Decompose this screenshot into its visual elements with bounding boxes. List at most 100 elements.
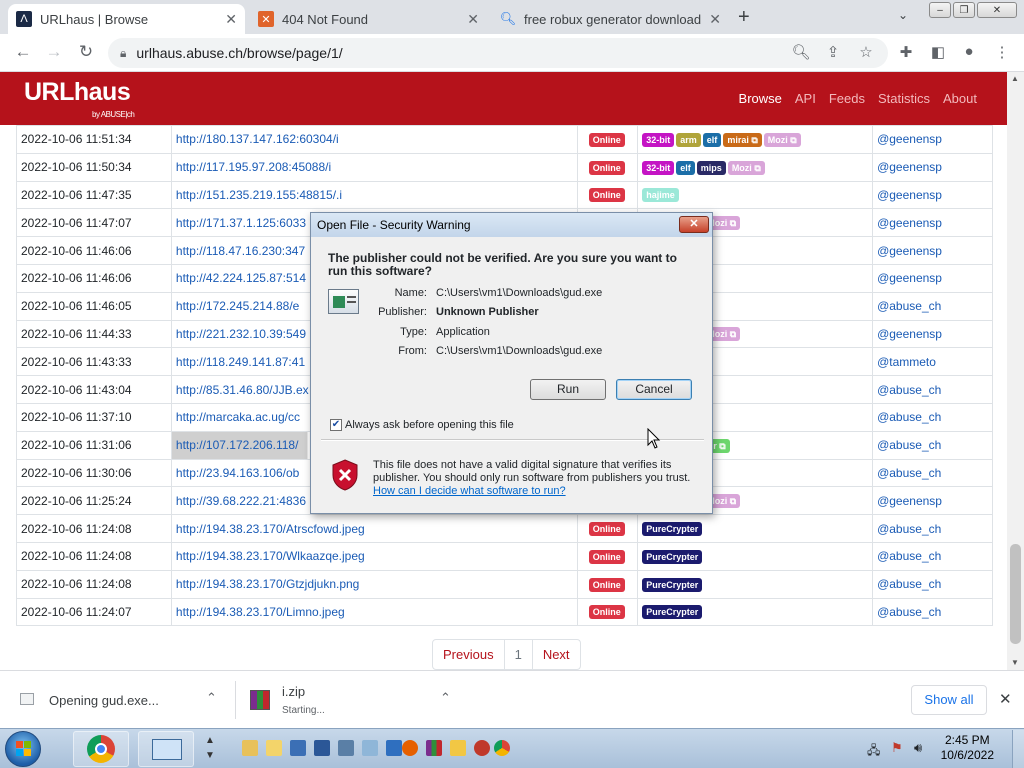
notepad-icon[interactable] [266,740,282,756]
maximize-button[interactable]: ❐ [953,2,975,18]
chrome-quicklaunch-icon[interactable] [494,740,510,756]
download-item-gud-exe[interactable]: Opening gud.exe... ⌃ [0,671,232,729]
recycle-bin-icon[interactable] [362,740,378,756]
tag-badge[interactable]: mips [696,160,726,175]
taskbar-chrome-button[interactable] [73,731,129,767]
tag-badge[interactable]: hajime [642,188,679,203]
row-url[interactable]: http://194.38.23.170/Atrscfowd.jpeg [170,514,579,543]
action-center-icon[interactable]: ⚑ [891,740,903,756]
ie-icon[interactable] [386,740,402,756]
tab-urlhaus[interactable]: Λ URLhaus | Browse ✕ [8,4,245,34]
share-icon[interactable]: ⇪ [823,43,843,61]
extensions-puzzle-icon[interactable]: ✚ [896,43,916,61]
row-reporter[interactable]: @geenensp [872,125,993,154]
window-close-button[interactable]: ✕ [977,2,1017,18]
taskbar-explorer-button[interactable] [138,731,194,767]
row-reporter[interactable]: @abuse_ch [872,291,993,321]
computer-icon[interactable] [338,740,354,756]
row-reporter[interactable]: @geenensp [872,263,993,293]
nav-statistics[interactable]: Statistics [878,91,930,106]
row-reporter[interactable]: @geenensp [872,152,993,182]
close-tab-icon[interactable]: ✕ [467,11,479,28]
nav-feeds[interactable]: Feeds [829,91,865,106]
row-reporter[interactable]: @abuse_ch [872,514,993,543]
minimize-button[interactable]: – [929,2,951,18]
taskbar-scroll-arrows[interactable]: ▲ ▼ [205,733,215,763]
back-arrow-icon[interactable]: ← [12,42,34,62]
network-tray-icon[interactable]: 🖧 [867,741,880,762]
scroll-down-icon[interactable]: ▼ [1011,658,1019,667]
screen-icon[interactable] [290,740,306,756]
dialog-close-button[interactable]: ✕ [679,216,709,233]
row-url[interactable]: http://194.38.23.170/Wlkaazqe.jpeg [170,541,579,571]
cancel-button[interactable]: Cancel [616,379,692,400]
forward-arrow-icon[interactable]: → [43,42,65,62]
close-downloads-bar-icon[interactable]: ✕ [999,690,1012,708]
bookmark-star-icon[interactable]: ☆ [856,43,876,61]
row-url[interactable]: http://194.38.23.170/Limno.jpeg [170,597,579,627]
archive-icon[interactable] [450,740,466,756]
urlhaus-logo[interactable]: URLhaus by ABUSE|ch [24,78,135,119]
tab-404[interactable]: ✕ 404 Not Found ✕ [250,4,487,34]
tab-robux-search[interactable]: 🔍︎ free robux generator download ✕ [492,4,729,34]
row-reporter[interactable]: @abuse_ch [872,458,993,488]
tag-badge[interactable]: 32-bit [642,160,675,175]
system-clock[interactable]: 2:45 PM 10/6/2022 [941,733,994,763]
tag-badge[interactable]: PureCrypter [642,577,703,592]
scroll-up-icon[interactable]: ▲ [1011,74,1019,83]
row-reporter[interactable]: @abuse_ch [872,402,993,432]
tag-badge[interactable]: PureCrypter [642,522,703,537]
nav-browse[interactable]: Browse [739,91,782,106]
row-reporter[interactable]: @geenensp [872,236,993,265]
help-link[interactable]: How can I decide what software to run? [373,485,566,497]
opera-icon[interactable] [474,740,490,756]
folder-icon[interactable] [242,740,258,756]
row-reporter[interactable]: @abuse_ch [872,375,993,404]
page-scrollbar[interactable]: ▲ ▼ [1007,72,1024,670]
close-tab-icon[interactable]: ✕ [225,11,237,28]
run-button[interactable]: Run [530,379,606,400]
start-button[interactable] [5,731,41,767]
row-reporter[interactable]: @geenensp [872,319,993,349]
previous-page-button[interactable]: Previous [433,640,505,669]
row-url[interactable]: http://180.137.147.162:60304/i [170,125,579,154]
tag-badge[interactable]: elf [676,160,695,175]
reload-icon[interactable]: ↻ [75,42,97,62]
side-panel-icon[interactable]: ◧ [928,43,948,61]
tag-badge[interactable]: PureCrypter [642,549,703,564]
tag-badge[interactable]: 32-bit [642,132,675,147]
row-reporter[interactable]: @abuse_ch [872,430,993,460]
zoom-icon[interactable]: 🔍︎ [791,43,811,61]
row-reporter[interactable]: @tammeto [872,347,993,377]
row-url[interactable]: http://117.195.97.208:45088/i [170,152,579,182]
chevron-up-icon[interactable]: ⌃ [206,690,217,706]
menu-kebab-icon[interactable]: ⋮ [992,43,1012,61]
show-all-downloads-button[interactable]: Show all [911,685,987,715]
winrar-icon[interactable] [426,740,442,756]
tag-badge[interactable]: Mozi ⧉ [727,160,765,175]
row-reporter[interactable]: @geenensp [872,180,993,210]
nav-api[interactable]: API [795,91,816,106]
show-desktop-button[interactable] [1012,730,1024,768]
download-item-i-zip[interactable]: i.zip Starting... ⌃ [236,671,466,729]
tag-badge[interactable]: PureCrypter [642,605,703,620]
scrollbar-thumb[interactable] [1010,544,1021,644]
nav-about[interactable]: About [943,91,977,106]
new-tab-button[interactable]: + [738,6,750,29]
firefox-icon[interactable] [402,740,418,756]
profile-avatar-icon[interactable]: ● [959,43,979,60]
always-ask-checkbox[interactable]: ✔ [330,419,342,431]
row-reporter[interactable]: @geenensp [872,208,993,238]
address-bar[interactable]: 🔒︎ urlhaus.abuse.ch/browse/page/1/ [108,38,888,68]
tag-badge[interactable]: arm [676,132,701,147]
page-number[interactable]: 1 [505,640,533,669]
tag-badge[interactable]: elf [702,132,722,147]
network-icon[interactable] [314,740,330,756]
row-reporter[interactable]: @abuse_ch [872,569,993,599]
always-ask-label[interactable]: Always ask before opening this file [345,419,514,431]
chevron-up-icon[interactable]: ⌃ [440,690,451,706]
close-tab-icon[interactable]: ✕ [709,11,721,28]
volume-icon[interactable]: 🔊︎ [914,740,922,756]
tab-search-chevron-icon[interactable]: ⌄ [898,8,908,22]
row-url[interactable]: http://151.235.219.155:48815/.i [170,180,579,210]
